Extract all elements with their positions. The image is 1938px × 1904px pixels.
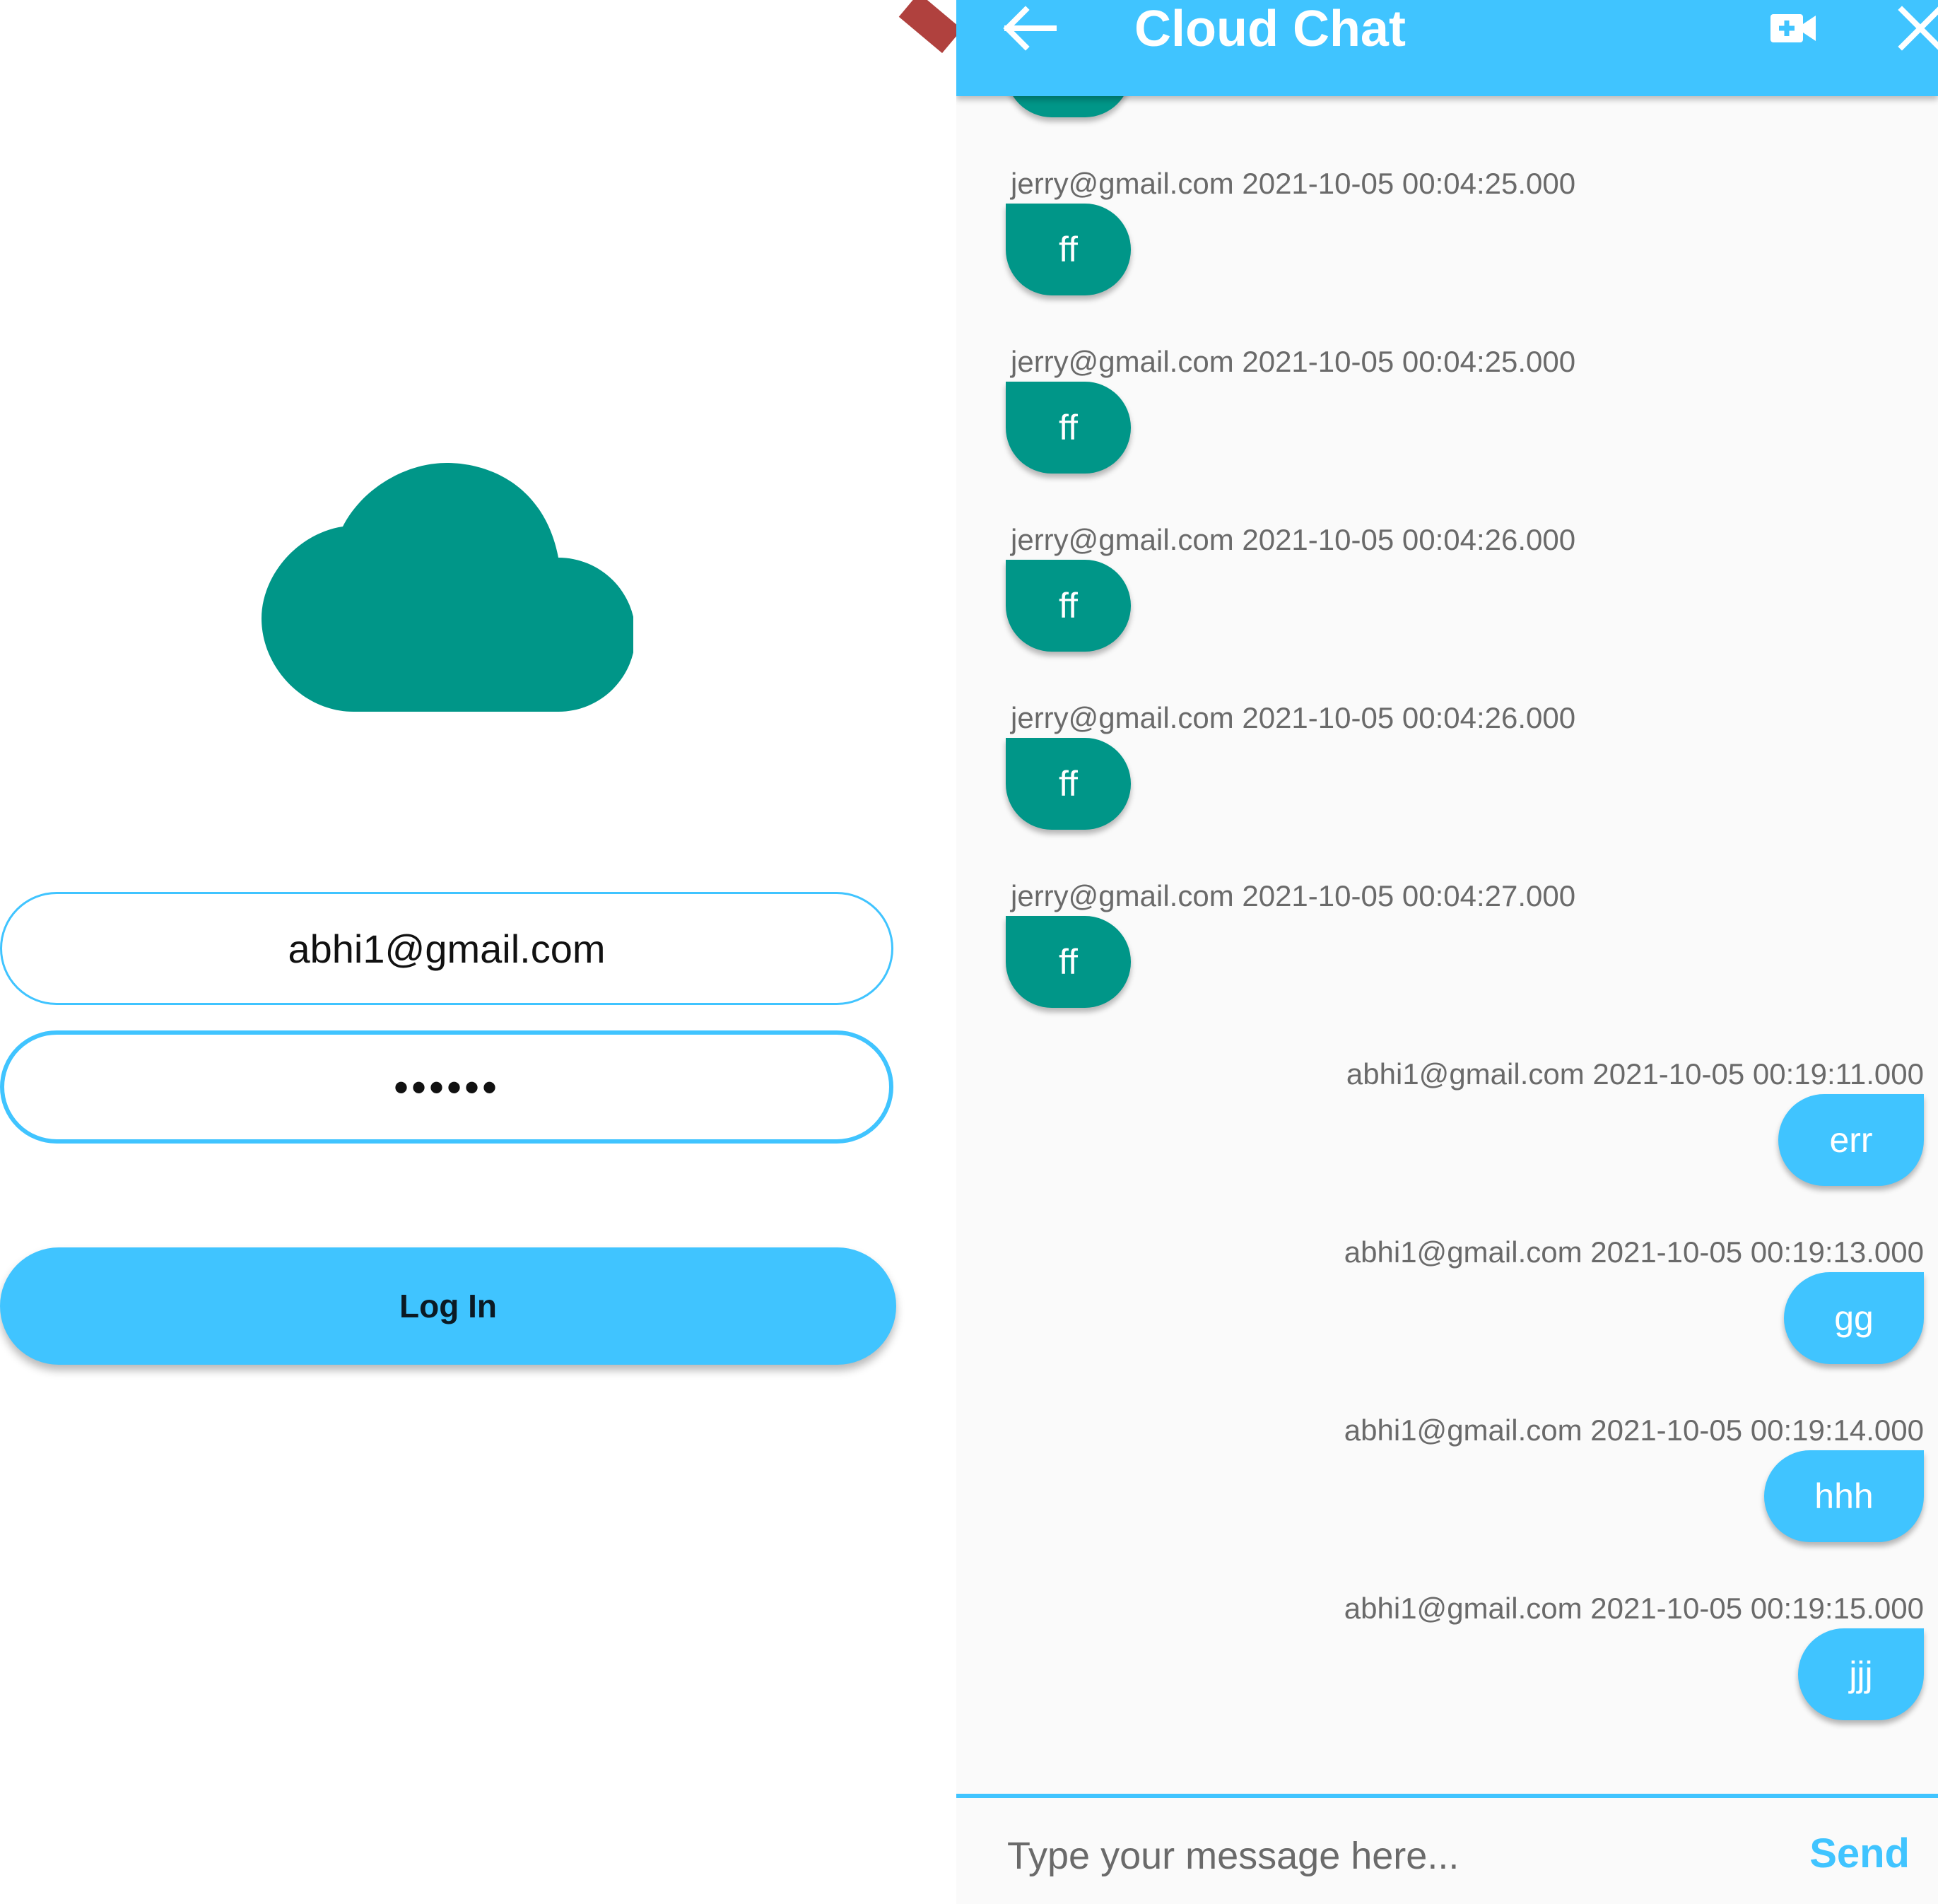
arrow-back-icon[interactable] bbox=[999, 3, 1058, 54]
page-title: Cloud Chat bbox=[1134, 1, 1406, 57]
message-bubble-outgoing: gg bbox=[1784, 1272, 1924, 1364]
password-input[interactable] bbox=[4, 1062, 889, 1112]
message-bubble-incoming: ff bbox=[1006, 916, 1131, 1008]
message-bubble-incoming: ff bbox=[1006, 560, 1131, 652]
app-bar: Cloud Chat bbox=[956, 0, 1938, 96]
message-list[interactable]: jerry@gmail.com 2021-10-05 00:04:25.000 … bbox=[956, 0, 1938, 1795]
message-meta: jerry@gmail.com 2021-10-05 00:04:26.000 bbox=[1011, 701, 1576, 734]
login-button[interactable]: Log In bbox=[0, 1247, 896, 1365]
message-bubble-outgoing: hhh bbox=[1764, 1450, 1924, 1542]
message-bubble-outgoing: jjj bbox=[1798, 1628, 1924, 1720]
password-field[interactable] bbox=[0, 1030, 893, 1144]
composer-divider bbox=[956, 1794, 1938, 1798]
chat-screen: Cloud Chat jerry@gmail.com 2021-10-05 00… bbox=[956, 0, 1938, 1904]
message-bubble-incoming: ff bbox=[1006, 204, 1131, 295]
message-meta: jerry@gmail.com 2021-10-05 00:04:25.000 bbox=[1011, 167, 1576, 200]
message-meta: abhi1@gmail.com 2021-10-05 00:19:15.000 bbox=[1344, 1592, 1924, 1625]
message-meta: abhi1@gmail.com 2021-10-05 00:19:11.000 bbox=[1346, 1057, 1924, 1091]
send-button[interactable]: Send bbox=[1805, 1829, 1914, 1878]
message-meta: jerry@gmail.com 2021-10-05 00:04:27.000 bbox=[1011, 879, 1576, 912]
debug-banner bbox=[898, 0, 956, 54]
message-bubble-outgoing: err bbox=[1778, 1094, 1924, 1186]
message-bubble-incoming: ff bbox=[1006, 382, 1131, 474]
close-icon[interactable] bbox=[1895, 3, 1938, 54]
email-field[interactable] bbox=[0, 892, 893, 1005]
video-call-icon[interactable] bbox=[1769, 8, 1817, 48]
message-meta: abhi1@gmail.com 2021-10-05 00:19:14.000 bbox=[1344, 1414, 1924, 1447]
message-bubble-incoming: ff bbox=[1006, 738, 1131, 830]
cloud-icon bbox=[262, 463, 633, 712]
message-meta: jerry@gmail.com 2021-10-05 00:04:26.000 bbox=[1011, 523, 1576, 556]
message-meta: jerry@gmail.com 2021-10-05 00:04:25.000 bbox=[1011, 345, 1576, 378]
login-screen: Log In bbox=[0, 0, 956, 1904]
email-input[interactable] bbox=[2, 924, 891, 972]
message-input[interactable] bbox=[1006, 1827, 1751, 1885]
message-meta: abhi1@gmail.com 2021-10-05 00:19:13.000 bbox=[1344, 1235, 1924, 1269]
